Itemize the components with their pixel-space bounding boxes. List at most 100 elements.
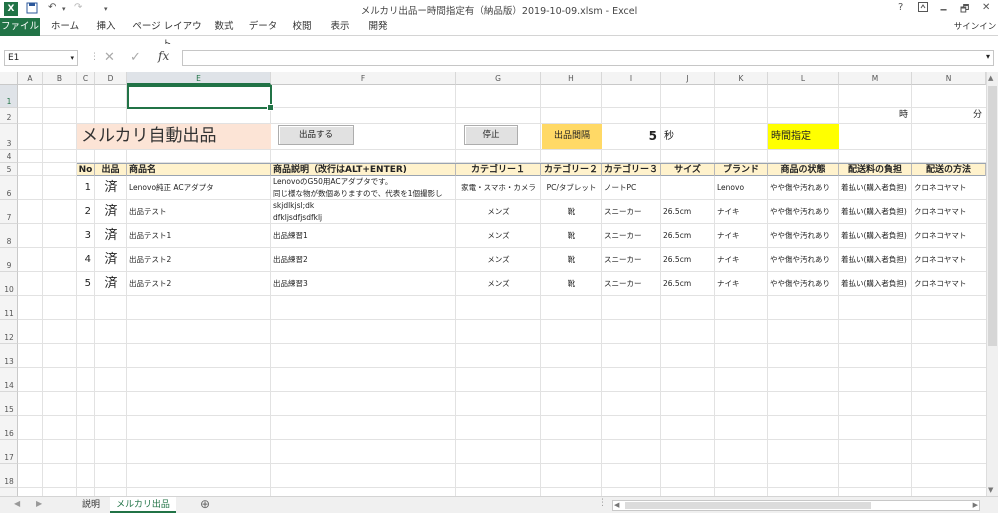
item-name[interactable]: Lenovo純正 ACアダプタ [127, 176, 271, 200]
tab-page-layout[interactable]: ページ レイアウト [130, 18, 204, 50]
tab-home[interactable]: ホーム [48, 18, 82, 36]
brand[interactable]: ナイキ [715, 272, 768, 296]
brand[interactable]: Lenovo [715, 176, 768, 200]
horizontal-scroll-thumb[interactable] [625, 502, 871, 509]
column-header[interactable]: G [456, 72, 541, 85]
sheet-tab-mercari[interactable]: メルカリ出品 [110, 497, 176, 513]
brand[interactable]: ナイキ [715, 200, 768, 224]
cancel-entry-icon[interactable]: ✕ [104, 50, 115, 65]
shipping-method[interactable]: クロネコヤマト [912, 248, 986, 272]
listed-status[interactable]: 済 [95, 272, 127, 296]
column-header[interactable]: H [541, 72, 602, 85]
item-name[interactable]: 出品テスト2 [127, 248, 271, 272]
minimize-icon[interactable]: 🗕 [940, 2, 947, 16]
condition[interactable]: やや傷や汚れあり [768, 176, 839, 200]
column-header[interactable]: B [43, 72, 77, 85]
column-header[interactable]: J [661, 72, 715, 85]
row-header[interactable]: 5 [0, 163, 18, 176]
tab-formulas[interactable]: 数式 [210, 18, 238, 36]
tab-split-icon[interactable]: ⋮ [598, 498, 607, 508]
worksheet-grid[interactable]: ABCDEFGHIJKLMN 1 2 3 4 5 6 7 8 9 10 11 12 13 14 15 16 17… [0, 72, 986, 496]
category-3[interactable]: スニーカー [602, 200, 661, 224]
condition[interactable]: やや傷や汚れあり [768, 200, 839, 224]
column-header[interactable]: K [715, 72, 768, 85]
restore-icon[interactable]: 🗗 [960, 2, 969, 16]
row-header[interactable]: 18 [0, 464, 18, 488]
item-description-line[interactable]: 出品練習1 [273, 230, 456, 242]
item-description-line[interactable]: LenovoのG50用ACアダプタです。 [273, 176, 456, 188]
brand[interactable]: ナイキ [715, 248, 768, 272]
listed-status[interactable]: 済 [95, 200, 127, 224]
category-3[interactable]: ノートPC [602, 176, 661, 200]
size[interactable]: 26.5cm [661, 272, 715, 296]
prev-sheet-icon[interactable]: ◀ [14, 499, 20, 508]
tab-review[interactable]: 校閲 [288, 18, 316, 36]
horizontal-scrollbar[interactable]: ◀ ▶ [612, 500, 980, 511]
item-description-line[interactable]: dfkljsdfjsdfklj [273, 212, 456, 224]
shipping-method[interactable]: クロネコヤマト [912, 176, 986, 200]
row-header[interactable]: 14 [0, 368, 18, 392]
formula-input[interactable]: ▾ [182, 50, 994, 66]
row-header[interactable]: 1 [0, 85, 18, 108]
column-header[interactable]: F [271, 72, 456, 85]
shipping-method[interactable]: クロネコヤマト [912, 224, 986, 248]
item-name[interactable]: 出品テスト1 [127, 224, 271, 248]
condition[interactable]: やや傷や汚れあり [768, 248, 839, 272]
item-description-line[interactable]: skjdlkjsl;dk [273, 200, 456, 212]
row-header[interactable]: 19 [0, 488, 18, 496]
row-header[interactable]: 12 [0, 320, 18, 344]
row-header[interactable]: 17 [0, 440, 18, 464]
name-box-dropdown-icon[interactable]: ▾ [70, 51, 74, 65]
brand[interactable]: ナイキ [715, 224, 768, 248]
listed-status[interactable]: 済 [95, 176, 127, 200]
tab-view[interactable]: 表示 [326, 18, 354, 36]
row-header[interactable]: 2 [0, 108, 18, 124]
condition[interactable]: やや傷や汚れあり [768, 272, 839, 296]
list-item-button[interactable]: 出品する [278, 125, 354, 145]
shipping-fee[interactable]: 着払い(購入者負担) [839, 224, 912, 248]
shipping-method[interactable]: クロネコヤマト [912, 200, 986, 224]
shipping-method[interactable]: クロネコヤマト [912, 272, 986, 296]
sheet-tab-explanation[interactable]: 説明 [74, 497, 108, 513]
category-3[interactable]: スニーカー [602, 248, 661, 272]
item-number[interactable]: 5 [77, 272, 95, 296]
row-header[interactable]: 10 [0, 272, 18, 296]
shipping-fee[interactable]: 着払い(購入者負担) [839, 272, 912, 296]
category-1[interactable]: メンズ [456, 272, 541, 296]
column-header[interactable]: C [77, 72, 95, 85]
size[interactable]: 26.5cm [661, 248, 715, 272]
listed-status[interactable]: 済 [95, 248, 127, 272]
row-header[interactable]: 7 [0, 200, 18, 224]
shipping-fee[interactable]: 着払い(購入者負担) [839, 248, 912, 272]
interval-value[interactable]: 5 [603, 124, 661, 149]
item-name[interactable]: 出品テスト2 [127, 272, 271, 296]
column-header[interactable]: A [18, 72, 43, 85]
stop-button[interactable]: 停止 [464, 125, 518, 145]
vertical-scrollbar[interactable]: ▲ ▼ [986, 72, 998, 496]
next-sheet-icon[interactable]: ▶ [36, 499, 42, 508]
scroll-left-icon[interactable]: ◀ [614, 501, 619, 509]
category-1[interactable]: 家電・スマホ・カメラ [456, 176, 541, 200]
insert-function-icon[interactable]: fx [158, 49, 169, 63]
expand-formula-bar-icon[interactable]: ▾ [986, 52, 990, 61]
row-header[interactable]: 9 [0, 248, 18, 272]
category-3[interactable]: スニーカー [602, 272, 661, 296]
scroll-down-icon[interactable]: ▼ [988, 486, 993, 494]
name-box[interactable]: E1 ▾ [4, 50, 78, 66]
row-header[interactable]: 6 [0, 176, 18, 200]
tab-file[interactable]: ファイル [0, 18, 40, 36]
category-3[interactable]: スニーカー [602, 224, 661, 248]
tab-developer[interactable]: 開発 [364, 18, 392, 36]
item-description-line[interactable]: 出品練習2 [273, 254, 456, 266]
scroll-right-icon[interactable]: ▶ [973, 501, 978, 509]
category-1[interactable]: メンズ [456, 224, 541, 248]
size[interactable]: 26.5cm [661, 224, 715, 248]
active-cell-selection[interactable] [127, 85, 274, 111]
row-header[interactable]: 15 [0, 392, 18, 416]
tab-data[interactable]: データ [248, 18, 278, 36]
row-header[interactable]: 11 [0, 296, 18, 320]
row-header[interactable]: 3 [0, 124, 18, 150]
close-icon[interactable]: ✕ [982, 2, 990, 16]
help-icon[interactable]: ? [898, 2, 903, 16]
column-header[interactable]: L [768, 72, 839, 85]
